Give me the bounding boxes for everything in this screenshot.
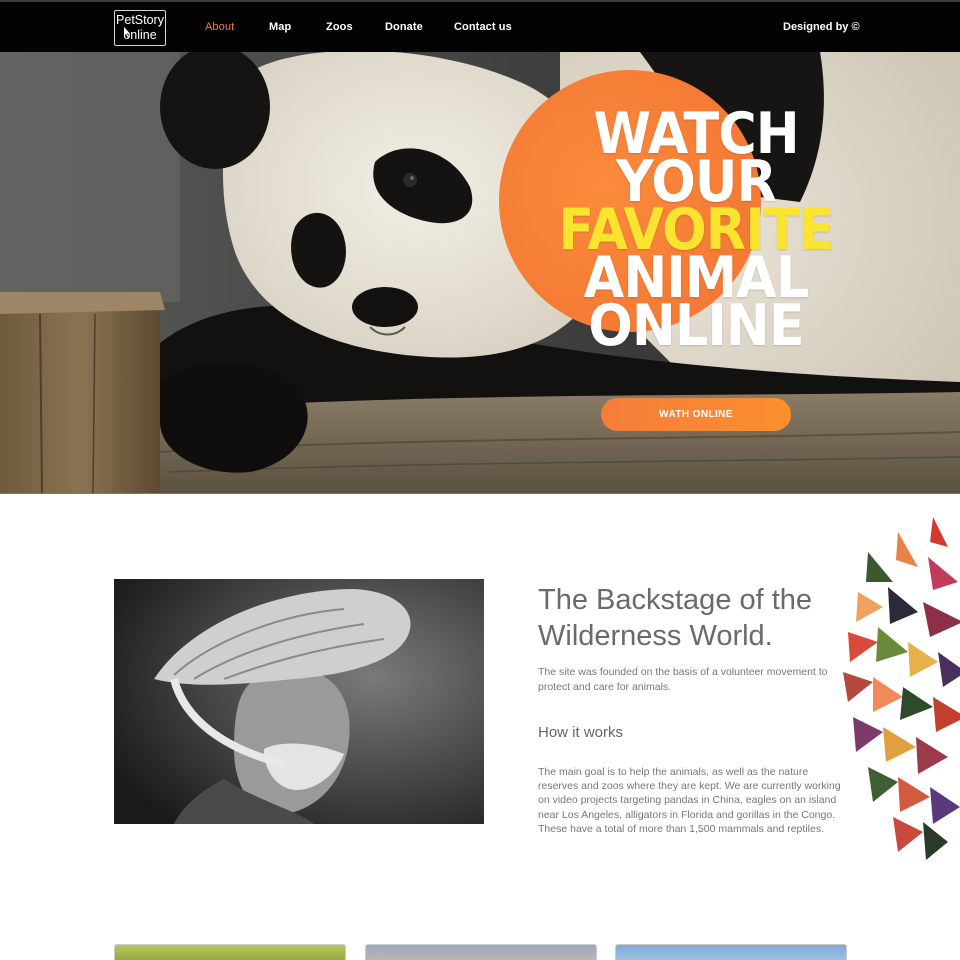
about-title: The Backstage of the Wilderness World. — [538, 584, 813, 652]
gallery-card-2[interactable] — [365, 944, 597, 960]
top-navbar: PetStory online About Map Zoos Donate Co… — [0, 0, 960, 52]
nav-donate[interactable]: Donate — [385, 21, 423, 33]
nav-about[interactable]: About — [205, 21, 234, 33]
designer-credit[interactable]: Designed by © — [783, 21, 860, 33]
how-it-works-text: The main goal is to help the animals, as… — [538, 766, 841, 835]
hero-title: WATCH YOUR FAVORITE ANIMAL ONLINE — [552, 106, 839, 359]
watch-online-button[interactable]: WATH ONLINE — [601, 398, 791, 431]
hero-title-line5: ONLINE — [588, 293, 805, 359]
leaves-decoration — [843, 517, 960, 860]
nav-zoos[interactable]: Zoos — [326, 21, 353, 33]
site-logo[interactable]: PetStory online — [114, 10, 166, 46]
gallery-card-1[interactable] — [114, 944, 346, 960]
nav-map[interactable]: Map — [269, 21, 291, 33]
how-it-works-heading: How it works — [538, 724, 624, 741]
logo-line1: PetStory — [116, 13, 164, 27]
about-intro: The site was founded on the basis of a v… — [538, 666, 828, 693]
about-photo — [114, 579, 484, 824]
gallery-card-3[interactable] — [615, 944, 847, 960]
hero-banner: WATCH YOUR FAVORITE ANIMAL ONLINE WATH O… — [0, 52, 960, 494]
cursor-icon — [124, 27, 130, 38]
nav-contact[interactable]: Contact us — [454, 21, 512, 33]
